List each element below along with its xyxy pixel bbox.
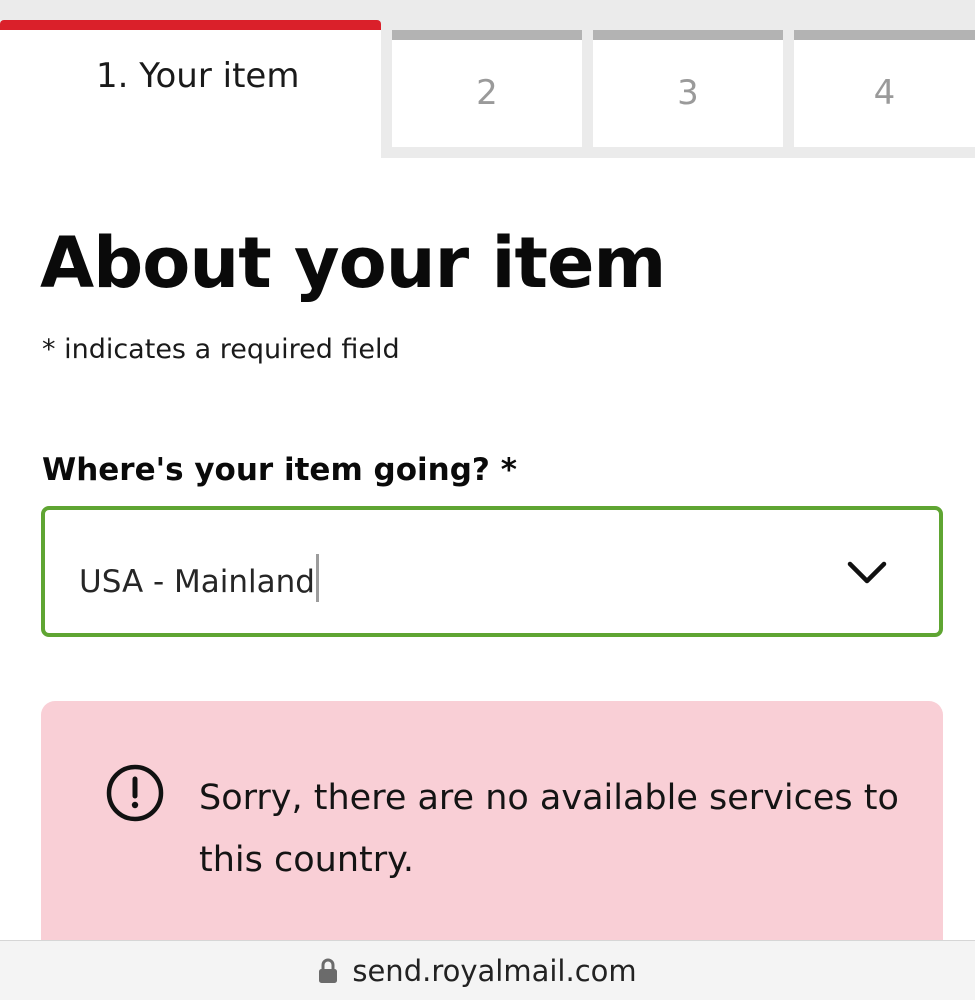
page-title: About your item [40,222,666,304]
progress-stepper: 1. Your item 2 3 4 [0,0,975,158]
destination-select-value: USA - Mainland [79,554,319,602]
exclamation-circle-icon [106,764,164,822]
text-cursor [315,554,319,602]
error-alert: Sorry, there are no available services t… [41,701,943,961]
lock-icon [319,958,338,983]
error-message: Sorry, there are no available services t… [199,778,899,880]
step-2-tab[interactable]: 2 [392,30,582,147]
required-field-note: * indicates a required field [42,334,400,365]
page: 1. Your item 2 3 4 About your item * ind… [0,0,975,1000]
step-1-label: 1. Your item [96,56,300,96]
chevron-down-icon[interactable] [846,560,888,586]
step-4-tab[interactable]: 4 [794,30,975,147]
step-3-label: 3 [677,72,699,113]
step-2-label: 2 [476,72,498,113]
destination-select[interactable]: USA - Mainland [41,506,943,637]
destination-field-label: Where's your item going? * [42,452,517,488]
step-3-tab[interactable]: 3 [593,30,783,147]
url-text: send.royalmail.com [352,953,637,988]
step-4-label: 4 [873,72,896,113]
browser-url-bar[interactable]: send.royalmail.com [0,940,975,1000]
destination-select-text: USA - Mainland [79,564,315,600]
step-1-tab[interactable]: 1. Your item [0,20,381,158]
